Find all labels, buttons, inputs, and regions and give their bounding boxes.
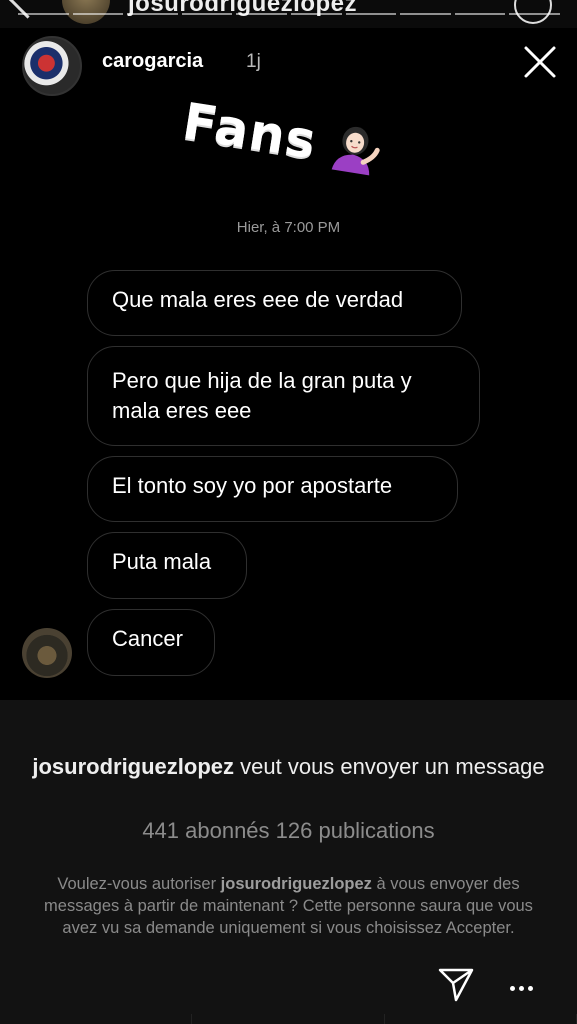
story-header: carogarcia 1j bbox=[22, 36, 562, 96]
story-text-sticker: Fans bbox=[179, 92, 386, 181]
send-icon[interactable] bbox=[436, 964, 476, 1004]
message-bubble[interactable]: Que mala eres eee de verdad bbox=[87, 270, 462, 336]
sender-avatar[interactable] bbox=[22, 628, 72, 678]
thread-timestamp: Hier, à 7:00 PM bbox=[236, 219, 341, 236]
more-icon[interactable] bbox=[510, 978, 540, 992]
message-bubble[interactable]: Pero que hija de la gran puta y mala ere… bbox=[87, 346, 480, 446]
message-bubble[interactable]: Puta mala bbox=[87, 532, 247, 599]
message-request-panel: josurodriguezlopez veut vous envoyer un … bbox=[0, 700, 577, 1024]
sticker-text: Fans bbox=[178, 92, 321, 171]
avatar bbox=[62, 0, 110, 24]
request-username[interactable]: josurodriguezlopez bbox=[32, 754, 234, 779]
story-age: 1j bbox=[246, 51, 261, 72]
request-body-prefix: Voulez-vous autoriser bbox=[57, 875, 221, 893]
request-stats: 441 abonnés 126 publications bbox=[142, 818, 435, 843]
close-icon[interactable] bbox=[520, 42, 560, 82]
request-body-username: josurodriguezlopez bbox=[220, 875, 372, 893]
request-title: josurodriguezlopez veut vous envoyer un … bbox=[30, 752, 547, 782]
story-avatar[interactable] bbox=[22, 36, 82, 96]
message-bubble[interactable]: El tonto soy yo por apostarte bbox=[87, 456, 458, 522]
underlying-header: josurodriguezlopez bbox=[0, 0, 577, 28]
info-icon[interactable] bbox=[514, 0, 552, 24]
story-username[interactable]: carogarcia bbox=[102, 50, 203, 73]
request-title-text: veut vous envoyer un message bbox=[234, 754, 545, 779]
story-progress-bar bbox=[18, 13, 560, 16]
woman-tipping-hand-emoji bbox=[331, 126, 381, 176]
request-body: Voulez-vous autoriser josurodriguezlopez… bbox=[40, 873, 537, 939]
message-bubble[interactable]: Cancer bbox=[87, 609, 215, 676]
bottom-bar bbox=[0, 1014, 577, 1024]
